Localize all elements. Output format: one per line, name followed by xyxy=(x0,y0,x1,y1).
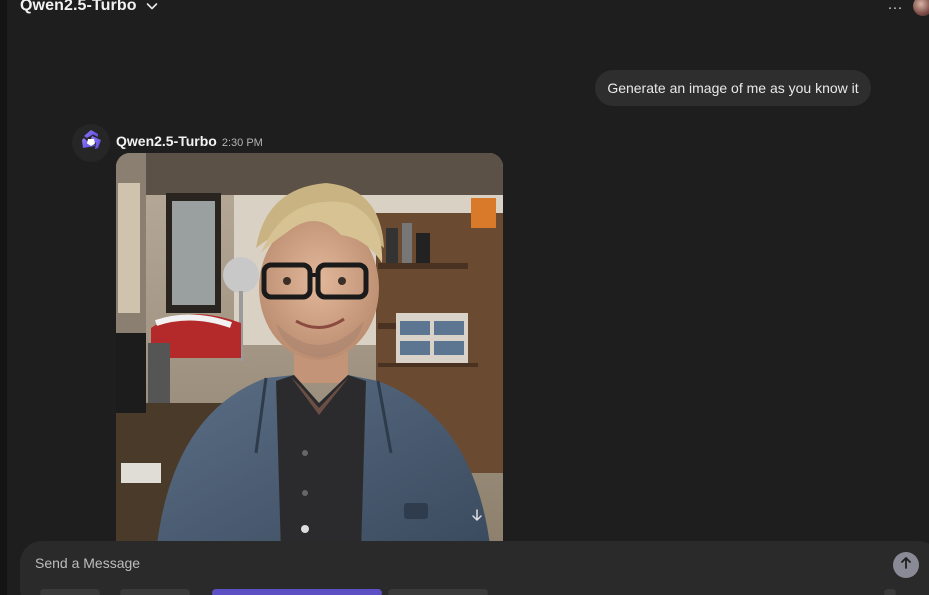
tool-chip[interactable] xyxy=(388,589,488,595)
more-horizontal-icon: ··· xyxy=(887,0,903,16)
scroll-down-button[interactable] xyxy=(466,506,488,528)
more-options-button[interactable]: ··· xyxy=(885,0,905,18)
model-name: Qwen2.5-Turbo xyxy=(20,0,137,14)
message-input[interactable] xyxy=(33,551,877,575)
chevron-down-icon xyxy=(145,0,159,13)
send-button[interactable] xyxy=(893,552,919,578)
assistant-avatar xyxy=(72,124,110,162)
sidebar-edge xyxy=(0,0,7,595)
model-selector[interactable]: Qwen2.5-Turbo xyxy=(20,0,159,15)
assistant-name: Qwen2.5-Turbo xyxy=(116,133,217,149)
chat-app: Qwen2.5-Turbo ··· Generate an image of m… xyxy=(0,0,929,595)
tool-chip[interactable] xyxy=(40,589,100,595)
message-timestamp: 2:30 PM xyxy=(221,137,263,149)
chat-header: Qwen2.5-Turbo ··· xyxy=(0,0,929,22)
tool-chip[interactable] xyxy=(120,589,190,595)
tool-chip[interactable] xyxy=(884,589,896,595)
tool-chip-active[interactable] xyxy=(212,589,382,595)
arrow-down-icon xyxy=(470,508,484,527)
user-message-bubble: Generate an image of me as you know it xyxy=(595,70,871,106)
message-composer xyxy=(20,541,929,595)
user-avatar[interactable] xyxy=(913,0,929,16)
assistant-meta: Qwen2.5-Turbo 2:30 PM xyxy=(116,133,263,149)
qwen-logo-icon xyxy=(78,128,104,159)
composer-tools xyxy=(20,589,929,595)
arrow-up-icon xyxy=(899,556,913,575)
user-message-text: Generate an image of me as you know it xyxy=(607,80,859,96)
generated-image[interactable] xyxy=(116,153,503,553)
